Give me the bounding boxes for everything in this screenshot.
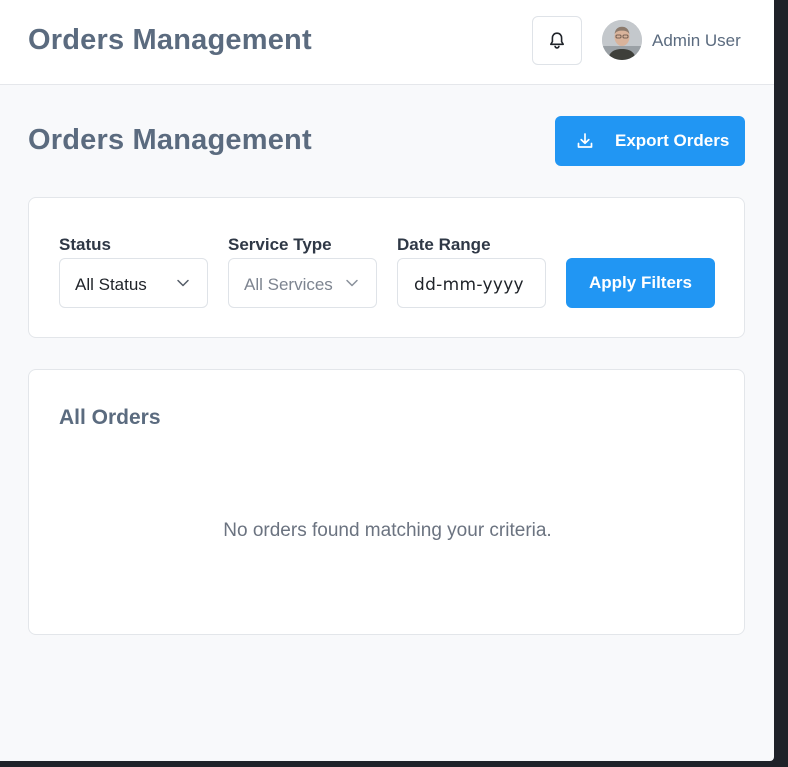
export-orders-label: Export Orders [615, 131, 730, 150]
header-title: Orders Management [28, 24, 312, 56]
orders-card: All Orders No orders found matching your… [28, 369, 745, 635]
orders-title: All Orders [59, 406, 161, 429]
user-avatar[interactable] [602, 20, 642, 60]
status-filter-label: Status [59, 235, 111, 254]
notifications-button[interactable] [532, 16, 582, 65]
status-select[interactable]: All Status [59, 258, 208, 308]
service-type-select-value: All Services [244, 275, 333, 294]
chevron-down-icon [346, 279, 358, 287]
app-window: Orders Management Admin User Orders Mana… [0, 0, 774, 761]
chevron-down-icon [177, 279, 189, 287]
service-type-filter-label: Service Type [228, 235, 332, 254]
bell-icon [550, 32, 564, 49]
export-orders-button[interactable]: Export Orders [555, 116, 745, 166]
top-bar: Orders Management Admin User [0, 0, 774, 85]
apply-filters-button[interactable]: Apply Filters [566, 258, 715, 308]
service-type-select[interactable]: All Services [228, 258, 377, 308]
page-title: Orders Management [28, 124, 312, 156]
download-icon [577, 133, 593, 148]
filters-card: Status All Status Service Type All Servi… [28, 197, 745, 338]
date-range-placeholder: dd-mm-yyyy [414, 275, 524, 295]
user-name[interactable]: Admin User [652, 31, 741, 51]
date-range-input[interactable]: dd-mm-yyyy [397, 258, 546, 308]
status-select-value: All Status [75, 275, 147, 294]
empty-state-message: No orders found matching your criteria. [223, 520, 552, 541]
date-range-filter-label: Date Range [397, 235, 491, 254]
